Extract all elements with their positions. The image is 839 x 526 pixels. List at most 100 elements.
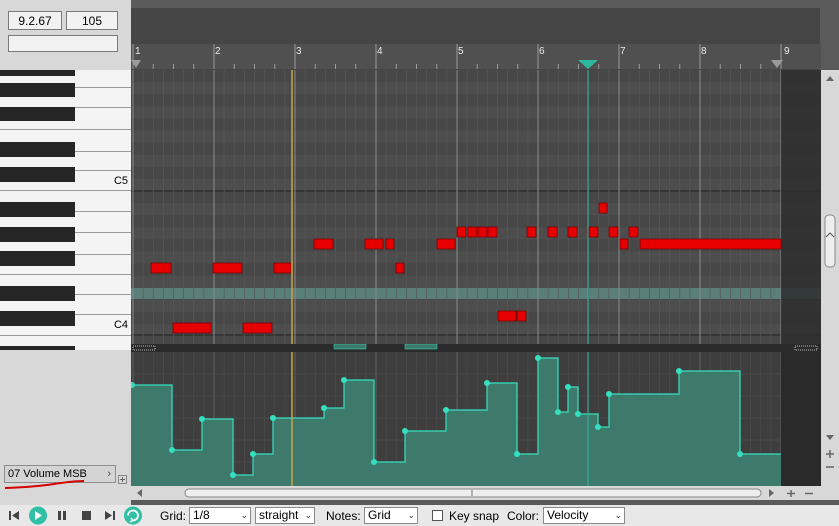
midi-note[interactable] [273, 262, 292, 274]
midi-note[interactable] [588, 226, 599, 238]
grid-select[interactable]: 1/8 ⌄ [189, 507, 251, 524]
midi-note[interactable] [385, 238, 395, 250]
chevron-down-icon: ⌄ [407, 510, 415, 520]
midi-note[interactable] [212, 262, 243, 274]
stop-icon[interactable] [82, 511, 91, 520]
key-label-c4: C4 [113, 319, 128, 331]
cc-point[interactable] [321, 405, 327, 411]
horizontal-scroll-thumb [184, 488, 762, 498]
position-display[interactable]: 9.2.67 [8, 11, 62, 30]
scroll-right-icon [769, 489, 774, 497]
add-lane-icon[interactable] [118, 475, 128, 485]
cc-point[interactable] [514, 451, 520, 457]
timeline-ruler[interactable]: 1 2 3 4 5 6 7 8 9 [131, 44, 821, 69]
midi-note[interactable] [639, 238, 782, 250]
black-key[interactable] [0, 346, 75, 350]
cc-point[interactable] [402, 428, 408, 434]
pause-icon[interactable] [58, 511, 66, 520]
midi-note[interactable] [364, 238, 384, 250]
skip-back-icon[interactable] [9, 511, 19, 520]
out-of-range-area [781, 70, 821, 345]
cc-point[interactable] [555, 409, 561, 415]
key-label-c5: C5 [113, 175, 128, 187]
vertical-scrollbar[interactable] [821, 70, 839, 490]
measure-3: 3 [296, 46, 302, 57]
cc-point[interactable] [535, 355, 541, 361]
midi-note[interactable] [487, 226, 498, 238]
midi-note[interactable] [598, 202, 608, 214]
key-snap-checkbox[interactable] [432, 510, 443, 521]
piano-keyboard[interactable]: C5 C4 [0, 70, 131, 350]
cc-point[interactable] [565, 384, 571, 390]
black-key[interactable] [0, 311, 75, 326]
black-key[interactable] [0, 167, 75, 182]
horizontal-scrollbar[interactable] [131, 486, 839, 500]
cc-point[interactable] [371, 459, 377, 465]
cc-lane-divider[interactable] [131, 344, 821, 352]
midi-note[interactable] [467, 226, 478, 238]
cc-point[interactable] [341, 377, 347, 383]
measure-8: 8 [701, 46, 707, 57]
black-key[interactable] [0, 83, 75, 97]
black-key[interactable] [0, 286, 75, 301]
swing-select[interactable]: straight ⌄ [255, 507, 315, 524]
midi-note[interactable] [628, 226, 639, 238]
midi-note[interactable] [497, 310, 517, 322]
midi-note[interactable] [150, 262, 172, 274]
cc-point[interactable] [595, 424, 601, 430]
black-key[interactable] [0, 251, 75, 266]
midi-note[interactable] [547, 226, 558, 238]
notes-select[interactable]: Grid ⌄ [364, 507, 418, 524]
midi-note[interactable] [619, 238, 629, 250]
play-icon[interactable] [29, 506, 47, 525]
black-key[interactable] [0, 227, 75, 242]
midi-note[interactable] [242, 322, 273, 334]
scroll-up-icon [826, 76, 834, 81]
cc-point[interactable] [270, 415, 276, 421]
grid-label: Grid: [160, 509, 187, 523]
midi-note[interactable] [526, 226, 537, 238]
scroll-left-icon [137, 489, 142, 497]
black-key[interactable] [0, 142, 75, 157]
cc-lane-name: 07 Volume MSB [8, 468, 87, 480]
color-select[interactable]: Velocity ⌄ [543, 507, 625, 524]
midi-note[interactable] [516, 310, 527, 322]
midi-note[interactable] [567, 226, 578, 238]
chevron-down-icon: ⌄ [614, 510, 622, 520]
black-key[interactable] [0, 202, 75, 217]
measure-6: 6 [539, 46, 545, 57]
cc-point[interactable] [199, 416, 205, 422]
bottom-toolbar: Grid: 1/8 ⌄ straight ⌄ Notes: Grid ⌄ Key sn… [0, 505, 839, 526]
cc-point[interactable] [575, 411, 581, 417]
midi-note[interactable] [477, 226, 488, 238]
midi-note[interactable] [395, 262, 405, 274]
measure-9: 9 [784, 46, 790, 57]
black-key[interactable] [0, 70, 75, 76]
midi-note[interactable] [456, 226, 467, 238]
midi-note[interactable] [313, 238, 334, 250]
tempo-display[interactable]: 105 [66, 11, 118, 30]
playhead-marker[interactable] [578, 60, 598, 69]
skip-forward-icon[interactable] [105, 511, 115, 520]
cc-lane[interactable] [131, 352, 821, 486]
zoom-in-icon [826, 450, 834, 458]
midi-note[interactable] [436, 238, 456, 250]
cc-point[interactable] [169, 447, 175, 453]
cc-point[interactable] [737, 451, 743, 457]
cc-point[interactable] [484, 380, 490, 386]
midi-note[interactable] [172, 322, 212, 334]
piano-roll-grid[interactable] [131, 70, 821, 345]
cc-point[interactable] [230, 472, 236, 478]
notes-label: Notes: [326, 509, 361, 523]
red-annotation-stroke [4, 480, 85, 489]
loop-icon[interactable] [124, 506, 142, 525]
track-name-field[interactable] [8, 35, 118, 52]
midi-note[interactable] [608, 226, 619, 238]
key-snap-label: Key snap [449, 509, 500, 523]
black-key[interactable] [0, 107, 75, 121]
chevron-down-icon: ⌄ [304, 510, 312, 520]
cc-point[interactable] [606, 391, 612, 397]
cc-point[interactable] [676, 368, 682, 374]
cc-point[interactable] [443, 407, 449, 413]
cc-point[interactable] [250, 451, 256, 457]
